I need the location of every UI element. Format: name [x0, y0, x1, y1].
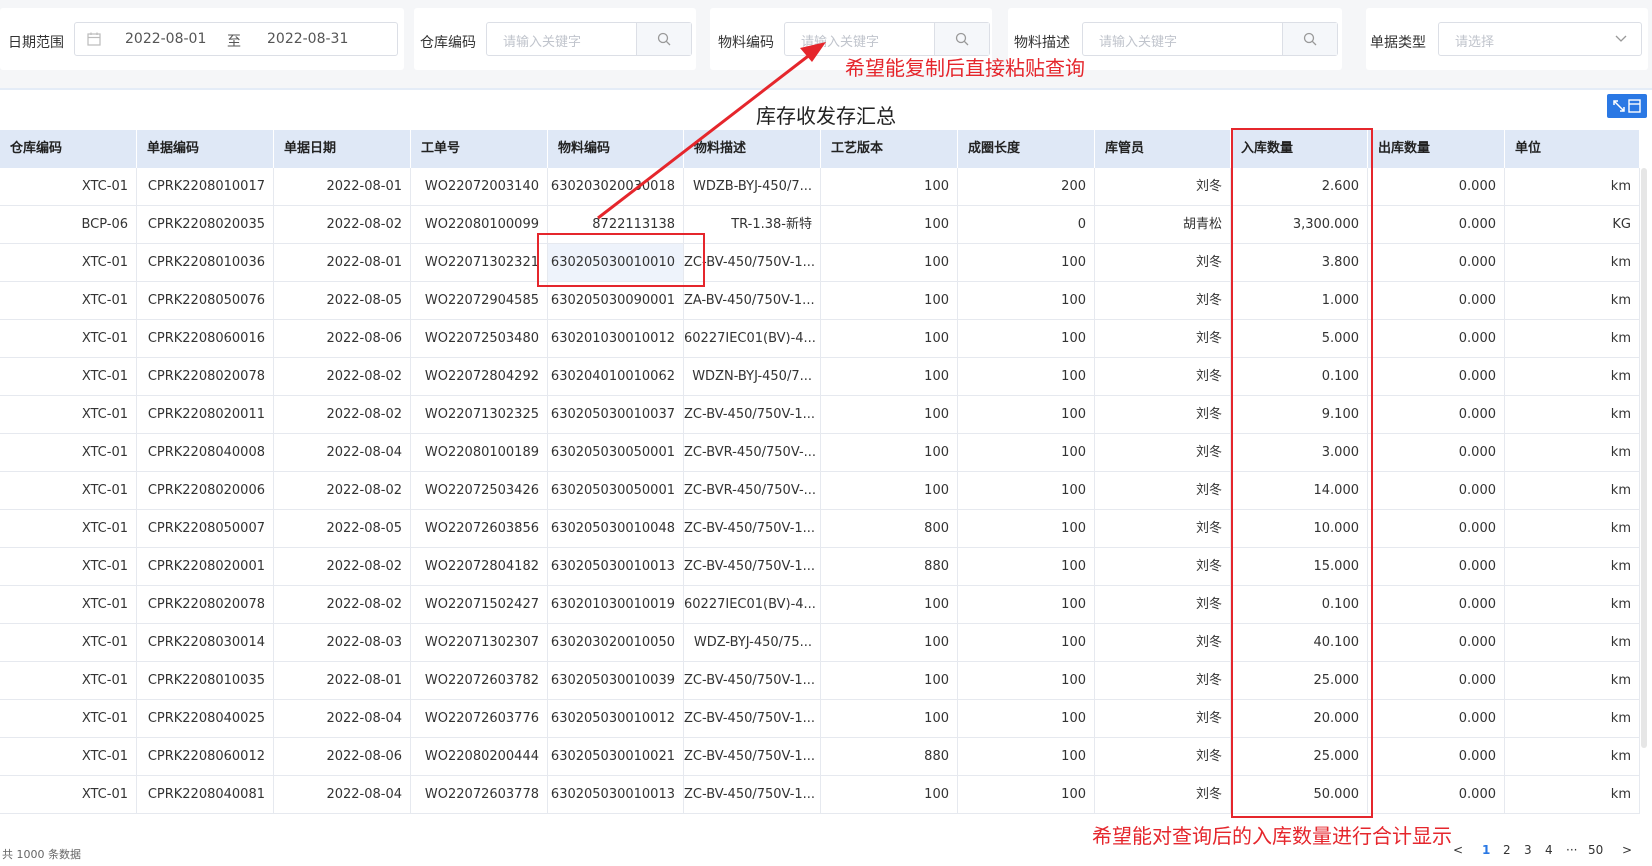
annotation-top-text: 希望能复制后直接粘贴查询	[845, 56, 1085, 80]
annotation-arrow	[597, 42, 826, 220]
highlight-material-cell	[537, 233, 705, 287]
annotation-bottom-text: 希望能对查询后的入库数量进行合计显示	[1092, 824, 1452, 848]
highlight-inbound-column	[1231, 128, 1373, 818]
